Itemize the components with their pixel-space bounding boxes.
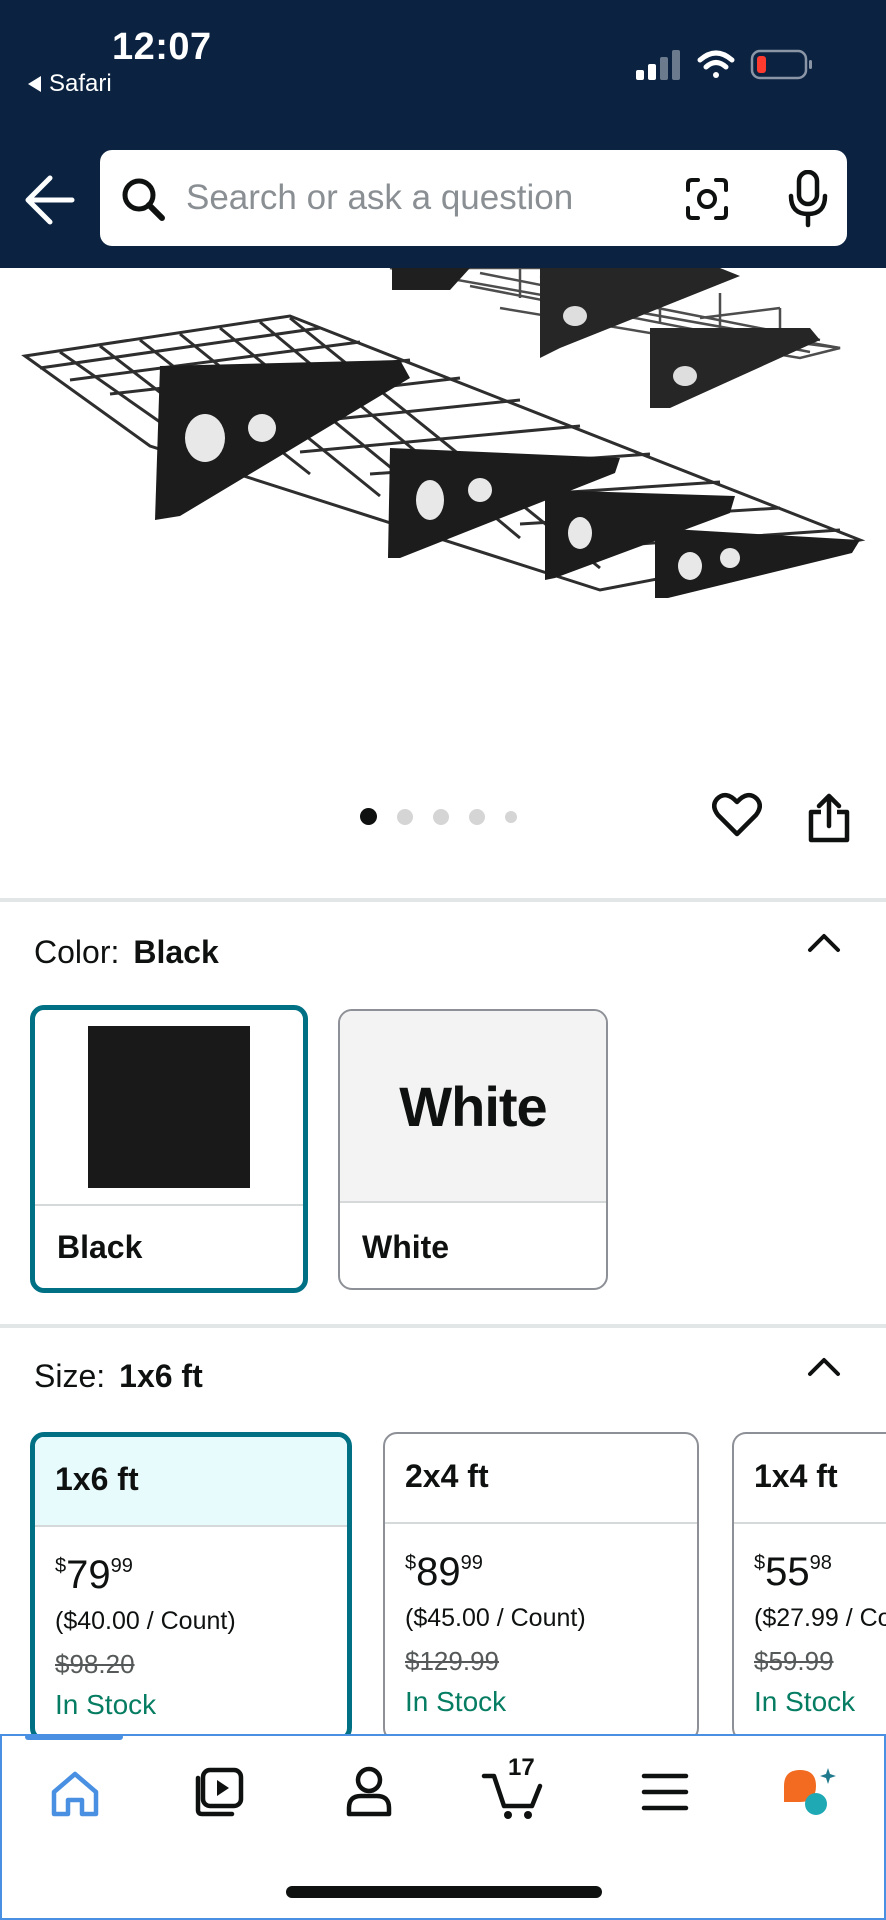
color-selected-value: Black [133,934,219,970]
gallery-dot[interactable] [469,808,485,825]
gallery-dot[interactable] [505,810,517,823]
size-option-stock: In Stock [405,1686,507,1717]
home-indicator [286,1886,602,1898]
color-option-name: Black [57,1229,143,1265]
status-icons [636,49,812,80]
color-option-white[interactable]: White White [338,1009,608,1290]
gallery-pagination[interactable] [360,808,517,825]
color-option-black[interactable]: Black [30,1005,308,1293]
size-option-stock: In Stock [754,1686,856,1717]
collapse-size-chevron-icon[interactable] [806,1356,842,1378]
back-triangle-icon [28,76,41,92]
search-icon [122,178,165,221]
size-option-1x6[interactable]: 1x6 ft $7999 ($40.00 / Count) $98.20 In … [30,1432,352,1742]
size-option-price: $5598 [754,1550,832,1594]
status-time: 12:07 [112,26,212,68]
share-icon[interactable] [805,792,853,844]
active-tab-indicator [25,1734,123,1740]
size-option-1x4[interactable]: 1x4 ft $5598 ($27.99 / Count) $59.99 In … [732,1432,886,1742]
gallery-dot[interactable] [397,808,413,825]
size-option-list-price: $129.99 [405,1646,499,1676]
size-label-text: Size: [34,1358,106,1394]
size-option-price: $7999 [55,1553,133,1597]
rufus-assistant-icon[interactable] [776,1762,846,1822]
size-option-2x4[interactable]: 2x4 ft $8999 ($45.00 / Count) $129.99 In… [383,1432,699,1742]
size-label: Size: 1x6 ft [34,1358,203,1395]
size-option-list-price: $98.20 [55,1649,135,1679]
gallery-dot[interactable] [360,808,377,825]
battery-low-icon [750,49,812,80]
cellular-signal-icon [636,50,680,80]
size-option-list-price: $59.99 [754,1646,834,1676]
menu-icon[interactable] [630,1762,700,1822]
size-selected-value: 1x6 ft [119,1358,203,1394]
cart-count-badge: 17 [508,1754,535,1781]
back-arrow-icon[interactable] [22,170,78,230]
color-label: Color: Black [34,934,219,971]
color-thumb: White [340,1011,606,1203]
search-bar[interactable]: Search or ask a question [100,150,847,246]
section-divider [0,1324,886,1328]
garage-shelf-illustration [21,268,866,598]
back-app-label: Safari [49,70,112,97]
size-option-price: $8999 [405,1550,483,1594]
product-image[interactable] [0,268,886,638]
color-thumb [35,1010,303,1206]
microphone-icon[interactable] [786,170,830,228]
white-thumb-text: White [399,1074,547,1138]
size-option-stock: In Stock [55,1689,157,1720]
camera-lens-icon[interactable] [684,176,730,222]
video-icon[interactable] [186,1762,256,1822]
app-header: 12:07 Safari Search or ask a question [0,0,886,268]
gallery-dot[interactable] [433,808,449,825]
size-option-unit-price: ($40.00 / Count) [55,1607,236,1635]
heart-icon[interactable] [712,790,762,838]
size-option-unit-price: ($27.99 / Count) [754,1604,886,1632]
color-label-text: Color: [34,934,120,970]
size-option-unit-price: ($45.00 / Count) [405,1604,586,1632]
section-divider [0,898,886,902]
home-icon[interactable] [40,1762,110,1822]
search-input[interactable]: Search or ask a question [186,178,573,218]
back-to-safari-link[interactable]: Safari [28,70,112,98]
size-option-name: 2x4 ft [385,1434,697,1524]
wifi-icon [697,50,735,78]
account-icon[interactable] [334,1762,404,1822]
black-color-swatch [88,1026,250,1188]
size-option-name: 1x4 ft [734,1434,886,1524]
collapse-color-chevron-icon[interactable] [806,932,842,954]
size-option-name: 1x6 ft [35,1437,347,1527]
color-option-name: White [362,1229,450,1265]
